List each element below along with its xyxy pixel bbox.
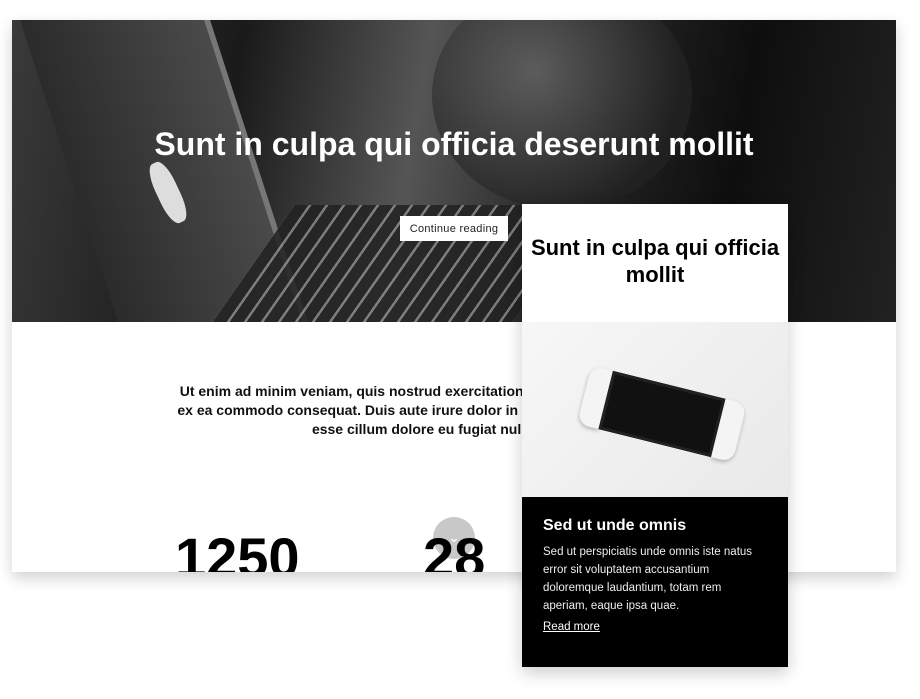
hand	[432, 20, 692, 210]
mobile-mockup: Sunt in culpa qui officia mollit Sed ut …	[522, 204, 788, 667]
continue-reading-button[interactable]: Continue reading	[400, 216, 508, 241]
card: Sed ut unde omnis Sed ut perspiciatis un…	[522, 497, 788, 667]
stat-number: 28	[423, 526, 486, 573]
card-text: Sed ut perspiciatis unde omnis iste natu…	[543, 546, 753, 612]
stat-number: 1250	[175, 526, 300, 573]
hero-title: Sunt in culpa qui officia deserunt molli…	[154, 126, 754, 162]
card-title: Sed ut unde omnis	[543, 517, 687, 534]
mobile-title: Sunt in culpa qui officia mollit	[530, 235, 780, 287]
read-more-link[interactable]: Read more	[543, 621, 600, 633]
console-image	[522, 322, 788, 497]
